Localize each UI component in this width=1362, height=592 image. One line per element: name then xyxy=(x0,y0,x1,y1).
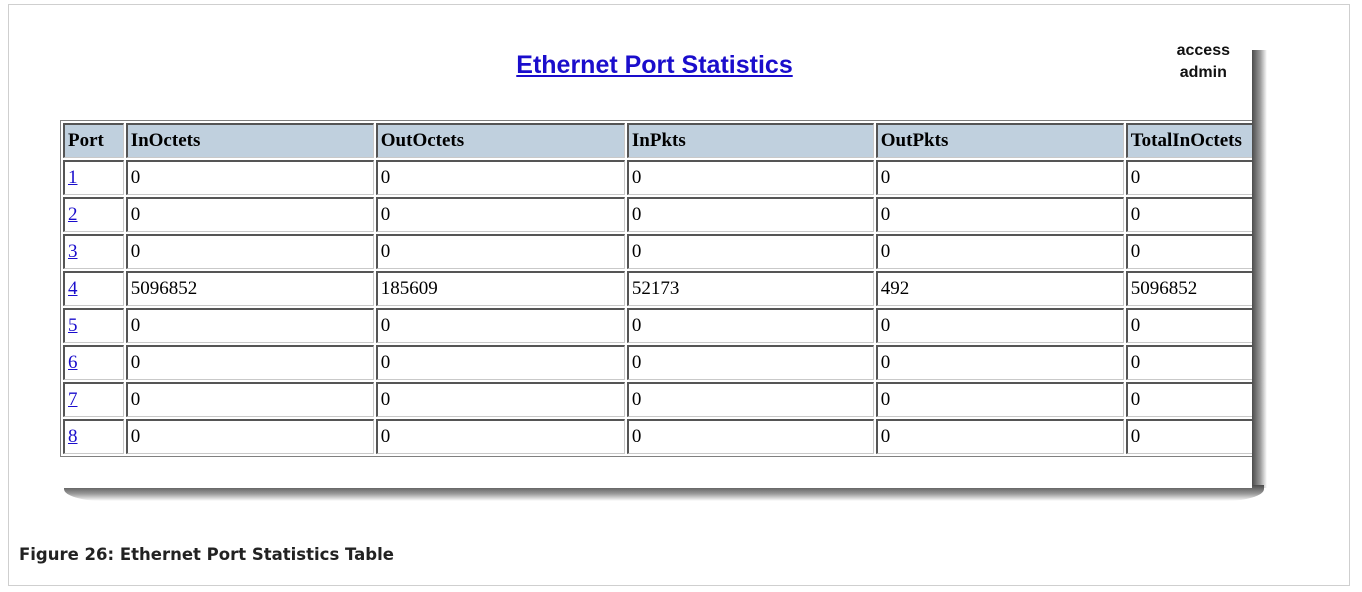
outoctets-cell: 0 xyxy=(375,419,625,454)
header-inoctets: InOctets xyxy=(125,123,374,158)
access-label: access xyxy=(1176,42,1230,59)
outoctets-cell: 0 xyxy=(375,160,625,195)
table-row: 5 0 0 0 0 0 xyxy=(63,308,1252,343)
table-row: 7 0 0 0 0 0 xyxy=(63,382,1252,417)
header-inpkts: InPkts xyxy=(626,123,874,158)
totalinoctets-cell: 5096852 xyxy=(1125,271,1252,306)
totalinoctets-cell: 0 xyxy=(1125,345,1252,380)
inpkts-cell: 0 xyxy=(626,234,874,269)
inoctets-cell: 0 xyxy=(125,308,374,343)
outpkts-cell: 0 xyxy=(875,160,1124,195)
port-link[interactable]: 3 xyxy=(68,241,78,262)
inpkts-cell: 52173 xyxy=(626,271,874,306)
port-cell: 7 xyxy=(63,382,124,417)
access-info: access admin xyxy=(1177,40,1230,84)
header-totalinoctets: TotalInOctets xyxy=(1125,123,1252,158)
inpkts-cell: 0 xyxy=(626,345,874,380)
totalinoctets-cell: 0 xyxy=(1125,234,1252,269)
port-link[interactable]: 6 xyxy=(68,352,78,373)
table-row: 6 0 0 0 0 0 xyxy=(63,345,1252,380)
inpkts-cell: 0 xyxy=(626,197,874,232)
totalinoctets-cell: 0 xyxy=(1125,308,1252,343)
header-port: Port xyxy=(63,123,124,158)
port-link[interactable]: 7 xyxy=(68,389,78,410)
totalinoctets-cell: 0 xyxy=(1125,382,1252,417)
outpkts-cell: 0 xyxy=(875,382,1124,417)
port-link[interactable]: 4 xyxy=(68,278,78,299)
port-link[interactable]: 2 xyxy=(68,204,78,225)
inoctets-cell: 0 xyxy=(125,197,374,232)
screenshot-panel: Ethernet Port Statistics access admin Po… xyxy=(57,36,1252,488)
port-link[interactable]: 5 xyxy=(68,315,78,336)
page-title-heading: Ethernet Port Statistics xyxy=(57,44,1252,81)
table-row: 1 0 0 0 0 0 xyxy=(63,160,1252,195)
inoctets-cell: 5096852 xyxy=(125,271,374,306)
outoctets-cell: 0 xyxy=(375,197,625,232)
inpkts-cell: 0 xyxy=(626,308,874,343)
inoctets-cell: 0 xyxy=(125,160,374,195)
inoctets-cell: 0 xyxy=(125,234,374,269)
outoctets-cell: 0 xyxy=(375,234,625,269)
outpkts-cell: 492 xyxy=(875,271,1124,306)
screenshot-shadow-right xyxy=(1252,50,1267,488)
inpkts-cell: 0 xyxy=(626,382,874,417)
table-row: 2 0 0 0 0 0 xyxy=(63,197,1252,232)
inoctets-cell: 0 xyxy=(125,345,374,380)
port-link[interactable]: 8 xyxy=(68,426,78,447)
inoctets-cell: 0 xyxy=(125,382,374,417)
totalinoctets-cell: 0 xyxy=(1125,419,1252,454)
port-cell: 6 xyxy=(63,345,124,380)
totalinoctets-cell: 0 xyxy=(1125,197,1252,232)
inpkts-cell: 0 xyxy=(626,160,874,195)
outpkts-cell: 0 xyxy=(875,234,1124,269)
port-cell: 8 xyxy=(63,419,124,454)
table-header-row: Port InOctets OutOctets InPkts OutPkts T… xyxy=(63,123,1252,158)
table-row: 8 0 0 0 0 0 xyxy=(63,419,1252,454)
outoctets-cell: 0 xyxy=(375,345,625,380)
table-row: 4 5096852 185609 52173 492 5096852 xyxy=(63,271,1252,306)
table-viewport: Port InOctets OutOctets InPkts OutPkts T… xyxy=(60,120,1252,470)
outoctets-cell: 0 xyxy=(375,382,625,417)
totalinoctets-cell: 0 xyxy=(1125,160,1252,195)
figure-caption: Figure 26: Ethernet Port Statistics Tabl… xyxy=(19,545,394,564)
port-cell: 1 xyxy=(63,160,124,195)
inpkts-cell: 0 xyxy=(626,419,874,454)
header-outoctets: OutOctets xyxy=(375,123,625,158)
outoctets-cell: 185609 xyxy=(375,271,625,306)
port-link[interactable]: 1 xyxy=(68,167,78,188)
header-outpkts: OutPkts xyxy=(875,123,1124,158)
outpkts-cell: 0 xyxy=(875,308,1124,343)
port-cell: 3 xyxy=(63,234,124,269)
outoctets-cell: 0 xyxy=(375,308,625,343)
outpkts-cell: 0 xyxy=(875,419,1124,454)
page-title-link[interactable]: Ethernet Port Statistics xyxy=(516,51,792,79)
inoctets-cell: 0 xyxy=(125,419,374,454)
port-statistics-table: Port InOctets OutOctets InPkts OutPkts T… xyxy=(60,120,1252,457)
port-cell: 2 xyxy=(63,197,124,232)
outpkts-cell: 0 xyxy=(875,197,1124,232)
table-row: 3 0 0 0 0 0 xyxy=(63,234,1252,269)
port-cell: 5 xyxy=(63,308,124,343)
user-name: admin xyxy=(1179,64,1227,81)
port-cell: 4 xyxy=(63,271,124,306)
outpkts-cell: 0 xyxy=(875,345,1124,380)
